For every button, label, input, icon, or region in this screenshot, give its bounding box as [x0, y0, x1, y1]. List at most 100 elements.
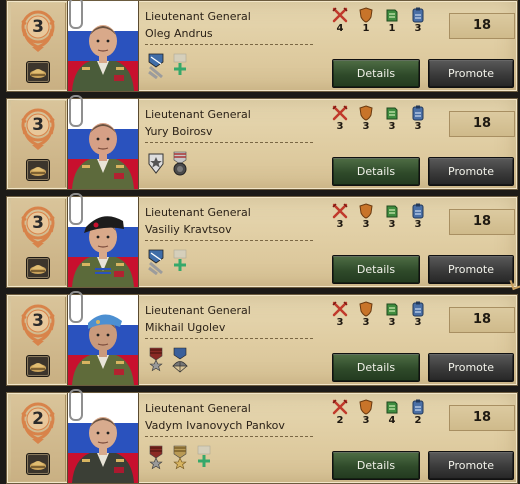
skill-level: 3: [32, 311, 44, 331]
red-medal-trait-icon[interactable]: [147, 347, 165, 373]
experience-value: 18: [449, 209, 515, 235]
logistics-stat: 3: [407, 203, 429, 230]
attack-value: 2: [336, 415, 344, 426]
planning-value: 4: [388, 415, 396, 426]
general-card[interactable]: 3 Lieutenant General Mikhail Ugolev 3 3 …: [6, 291, 518, 386]
general-card[interactable]: 2 Lieutenant General Vadym Ivanovych Pan…: [6, 389, 518, 484]
logistics-stat: 2: [407, 399, 429, 426]
defense-icon: [355, 301, 377, 317]
planning-stat: 3: [381, 105, 403, 132]
defense-icon: [355, 7, 377, 23]
skill-level: 3: [32, 115, 44, 135]
logistics-stat: 3: [407, 301, 429, 328]
logistics-icon: [407, 301, 429, 317]
army-helmet-icon[interactable]: [26, 159, 50, 181]
planning-icon: [381, 301, 403, 317]
planning-stat: 3: [381, 203, 403, 230]
defense-stat: 3: [355, 105, 377, 132]
general-card[interactable]: 3 Lieutenant General Vasiliy Kravtsov 3 …: [6, 193, 518, 288]
attack-icon: [329, 399, 351, 415]
experience-value: 18: [449, 111, 515, 137]
general-card[interactable]: 3 Lieutenant General Oleg Andrus 4 1 1 3…: [6, 0, 518, 92]
attack-value: 3: [336, 219, 344, 230]
promote-button[interactable]: Promote: [428, 451, 514, 480]
skill-column: 3: [11, 199, 66, 285]
medal-trait-icon[interactable]: [171, 151, 189, 177]
stat-block: 3 3 3 3: [325, 105, 435, 145]
planning-icon: [381, 399, 403, 415]
paperclip-icon: [69, 193, 83, 225]
general-name: Mikhail Ugolev: [145, 321, 226, 334]
striped-shield-trait-icon[interactable]: [147, 249, 165, 276]
name-divider: [145, 142, 313, 143]
skill-level: 3: [32, 17, 44, 37]
attack-stat: 3: [329, 301, 351, 328]
add-trait-slot-icon[interactable]: [171, 249, 189, 275]
army-helmet-icon[interactable]: [26, 453, 50, 475]
attack-icon: [329, 203, 351, 219]
promote-button[interactable]: Promote: [428, 353, 514, 382]
name-divider: [145, 44, 313, 45]
parachute-trait-icon[interactable]: [171, 347, 189, 373]
skill-column: 3: [11, 297, 66, 383]
details-button[interactable]: Details: [332, 353, 420, 382]
defense-stat: 3: [355, 301, 377, 328]
skill-column: 3: [11, 101, 66, 187]
general-name: Yury Boirosv: [145, 125, 213, 138]
attack-stat: 2: [329, 399, 351, 426]
details-button[interactable]: Details: [332, 451, 420, 480]
attack-icon: [329, 105, 351, 121]
army-helmet-icon[interactable]: [26, 355, 50, 377]
star-shield-trait-icon[interactable]: [147, 151, 165, 177]
logistics-value: 3: [414, 121, 422, 132]
paperclip-icon: [69, 0, 83, 29]
defense-icon: [355, 203, 377, 219]
defense-stat: 3: [355, 399, 377, 426]
planning-stat: 4: [381, 399, 403, 426]
army-helmet-icon[interactable]: [26, 61, 50, 83]
planning-stat: 1: [381, 7, 403, 34]
defense-value: 3: [362, 317, 370, 328]
general-card[interactable]: 3 Lieutenant General Yury Boirosv 3 3 3 …: [6, 95, 518, 190]
defense-icon: [355, 105, 377, 121]
details-button[interactable]: Details: [332, 59, 420, 88]
striped-shield-trait-icon[interactable]: [147, 53, 165, 80]
add-trait-slot-icon[interactable]: [195, 445, 213, 471]
planning-value: 1: [388, 23, 396, 34]
scroll-indicator-icon[interactable]: [509, 277, 520, 291]
paperclip-icon: [69, 291, 83, 323]
red-medal-trait-icon[interactable]: [147, 445, 165, 471]
general-rank: Lieutenant General: [145, 206, 251, 219]
general-name: Vasiliy Kravtsov: [145, 223, 232, 236]
attack-icon: [329, 7, 351, 23]
general-rank: Lieutenant General: [145, 108, 251, 121]
experience-value: 18: [449, 307, 515, 333]
skill-level: 2: [32, 409, 44, 429]
general-rank: Lieutenant General: [145, 10, 251, 23]
logistics-value: 2: [414, 415, 422, 426]
details-button[interactable]: Details: [332, 157, 420, 186]
logistics-value: 3: [414, 317, 422, 328]
add-trait-slot-icon[interactable]: [171, 53, 189, 79]
logistics-stat: 3: [407, 105, 429, 132]
army-helmet-icon[interactable]: [26, 257, 50, 279]
attack-value: 4: [336, 23, 344, 34]
defense-value: 3: [362, 415, 370, 426]
planning-value: 3: [388, 219, 396, 230]
defense-value: 1: [362, 23, 370, 34]
planning-icon: [381, 105, 403, 121]
skill-column: 3: [11, 3, 66, 89]
details-button[interactable]: Details: [332, 255, 420, 284]
logistics-icon: [407, 399, 429, 415]
promote-button[interactable]: Promote: [428, 255, 514, 284]
logistics-icon: [407, 105, 429, 121]
promote-button[interactable]: Promote: [428, 157, 514, 186]
paperclip-icon: [69, 389, 83, 421]
stat-block: 3 3 3 3: [325, 301, 435, 341]
general-name: Vadym Ivanovych Pankov: [145, 419, 285, 432]
defense-stat: 1: [355, 7, 377, 34]
planning-value: 3: [388, 121, 396, 132]
promote-button[interactable]: Promote: [428, 59, 514, 88]
general-rank: Lieutenant General: [145, 402, 251, 415]
gold-medal-trait-icon[interactable]: [171, 445, 189, 471]
